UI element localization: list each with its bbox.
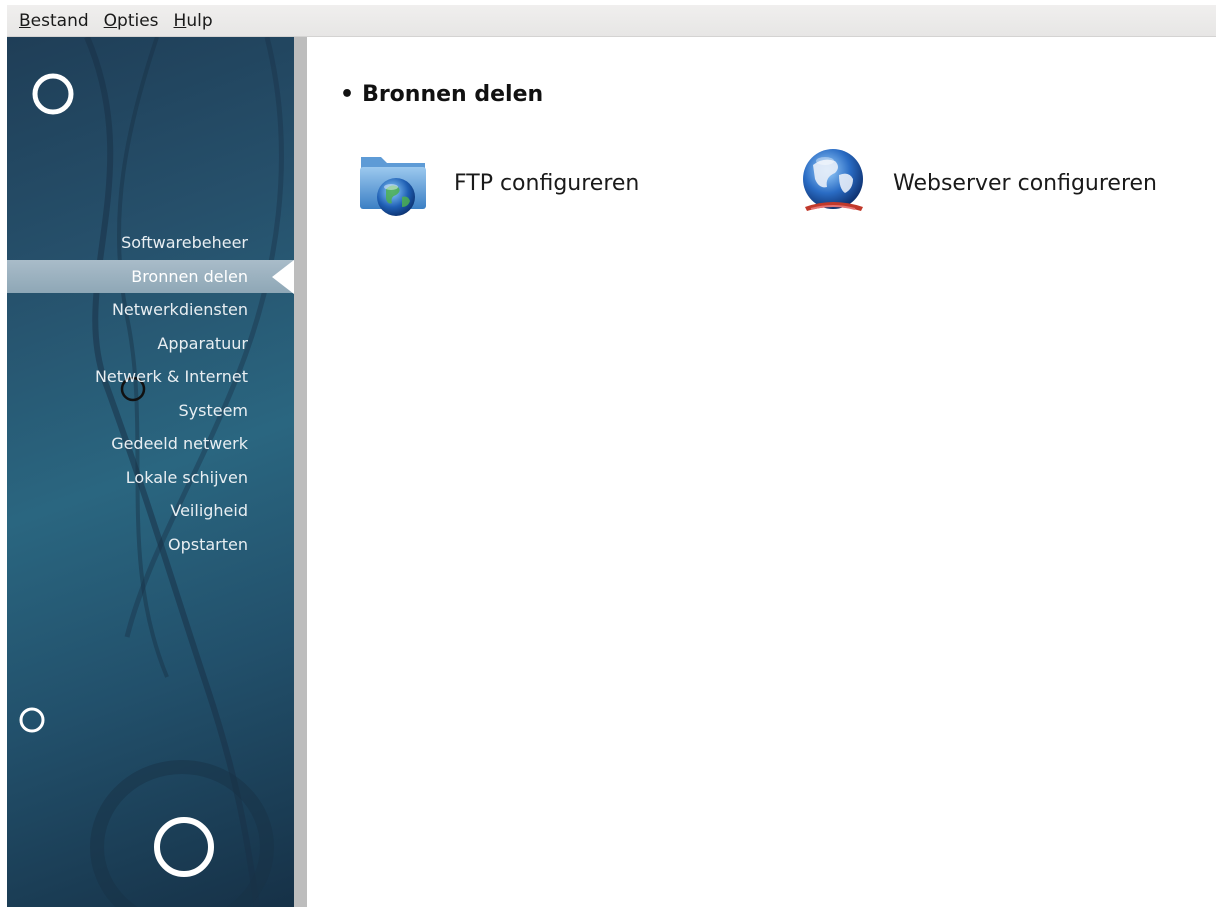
menubar: Bestand Opties Hulp [7, 5, 1216, 37]
sidebar-item-bronnen-delen[interactable]: Bronnen delen [7, 259, 294, 293]
menu-hulp-accel: H [173, 10, 187, 31]
menu-opties-accel: O [103, 10, 118, 31]
menu-bestand-accel: B [19, 10, 31, 31]
ftp-configure-label: FTP configureren [454, 170, 640, 196]
menu-opties[interactable]: Opties [104, 11, 159, 31]
sidebar-item-systeem[interactable]: Systeem [7, 394, 294, 428]
sidebar-item-gedeeld-netwerk[interactable]: Gedeeld netwerk [7, 427, 294, 461]
section-title-text: Bronnen delen [362, 82, 544, 107]
sidebar-item-apparatuur[interactable]: Apparatuur [7, 327, 294, 361]
menu-bestand-label: estand [30, 10, 89, 31]
menu-hulp-label: ulp [186, 10, 213, 31]
sidebar-item-opstarten[interactable]: Opstarten [7, 528, 294, 562]
webserver-globe-icon [803, 149, 863, 211]
section-title: • Bronnen delen [340, 82, 543, 107]
webserver-configure-launcher[interactable]: Webserver configureren [795, 145, 1157, 221]
menu-hulp[interactable]: Hulp [174, 11, 213, 31]
menu-bestand[interactable]: Bestand [19, 11, 89, 31]
webserver-configure-label: Webserver configureren [893, 170, 1157, 196]
menu-opties-label: pties [117, 10, 159, 31]
sidebar-nav: Softwarebeheer Bronnen delen Netwerkdien… [7, 226, 294, 561]
sidebar-item-softwarebeheer[interactable]: Softwarebeheer [7, 226, 294, 260]
main-panel: • Bronnen delen FTP configureren Webserv… [307, 37, 1216, 907]
sidebar-item-netwerkdiensten[interactable]: Netwerkdiensten [7, 293, 294, 327]
sidebar-scrollbar[interactable] [294, 37, 307, 907]
section-bullet: • [340, 82, 355, 107]
sidebar-item-netwerk-internet[interactable]: Netwerk & Internet [7, 360, 294, 394]
ftp-configure-launcher[interactable]: FTP configureren [356, 145, 639, 221]
ftp-folder-globe-icon [360, 157, 426, 216]
app-window: Bestand Opties Hulp Softwarebeheer Bronn… [0, 0, 1216, 907]
sidebar-item-lokale-schijven[interactable]: Lokale schijven [7, 461, 294, 495]
sidebar: Softwarebeheer Bronnen delen Netwerkdien… [7, 37, 294, 907]
sidebar-item-veiligheid[interactable]: Veiligheid [7, 494, 294, 528]
